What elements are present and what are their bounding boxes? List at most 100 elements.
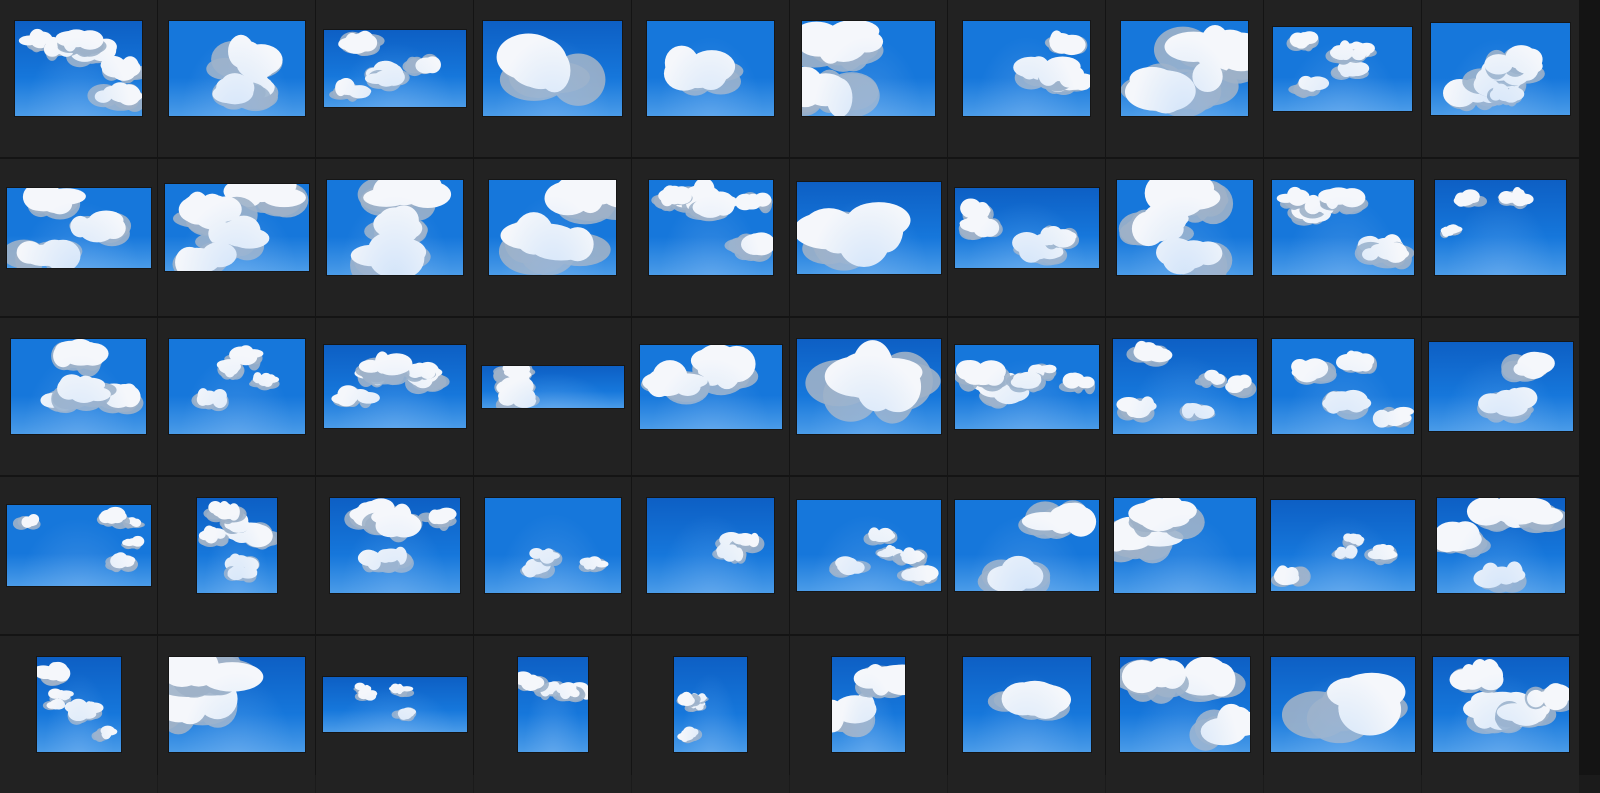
sky-image xyxy=(1120,657,1250,752)
cloud xyxy=(1040,225,1080,250)
cloud-photo-thumbnail[interactable] xyxy=(196,497,278,594)
cloud-photo-thumbnail[interactable] xyxy=(831,656,906,753)
cloud-photo-thumbnail[interactable] xyxy=(1272,26,1413,112)
sky-image xyxy=(324,345,466,428)
grid-cell xyxy=(1106,0,1263,157)
cloud-photo-thumbnail[interactable] xyxy=(168,20,306,117)
grid-cell xyxy=(158,318,315,475)
grid-cell xyxy=(1106,318,1263,475)
cloud-photo-thumbnail[interactable] xyxy=(329,497,461,594)
sky-image xyxy=(165,184,309,271)
grid-cell xyxy=(1422,159,1579,316)
cloud-photo-thumbnail[interactable] xyxy=(323,344,467,429)
sky-image xyxy=(37,657,121,752)
cloud-photo-thumbnail[interactable] xyxy=(954,344,1100,430)
cloud-photo-thumbnail[interactable] xyxy=(1119,656,1251,753)
cloud-photo-thumbnail[interactable] xyxy=(6,187,152,269)
cloud-photo-thumbnail[interactable] xyxy=(1112,338,1258,435)
sky-image xyxy=(963,657,1091,752)
sky-image xyxy=(1271,657,1415,752)
sky-image xyxy=(197,498,277,593)
grid-cell xyxy=(474,0,631,157)
sky-image xyxy=(169,339,305,434)
sky-image xyxy=(327,180,463,275)
cloud-photo-thumbnail[interactable] xyxy=(10,338,147,435)
sky-image xyxy=(963,21,1090,116)
sky-image xyxy=(1271,500,1415,591)
grid-cell xyxy=(316,159,473,316)
cloud-photo-thumbnail[interactable] xyxy=(488,179,617,276)
sky-image xyxy=(15,21,142,116)
cloud-photo-thumbnail[interactable] xyxy=(1120,20,1249,117)
grid-cell xyxy=(158,477,315,634)
grid-cell xyxy=(0,318,157,475)
sky-image xyxy=(330,498,460,593)
cloud-photo-thumbnail[interactable] xyxy=(1270,499,1416,592)
cloud-photo-thumbnail[interactable] xyxy=(1116,179,1254,276)
cloud-photo-thumbnail[interactable] xyxy=(1432,656,1570,753)
sky-image xyxy=(1121,21,1248,116)
cloud-photo-thumbnail[interactable] xyxy=(323,29,467,108)
cloud-photo-thumbnail[interactable] xyxy=(14,20,143,117)
cloud-photo-thumbnail[interactable] xyxy=(962,20,1091,117)
thumbnail-grid xyxy=(0,0,1600,793)
cloud-photo-thumbnail[interactable] xyxy=(646,497,775,594)
cloud-photo-thumbnail[interactable] xyxy=(168,338,306,435)
cloud-photo-thumbnail[interactable] xyxy=(1270,656,1416,753)
sky-image xyxy=(1435,180,1566,275)
cloud-photo-thumbnail[interactable] xyxy=(796,338,942,435)
sky-image xyxy=(955,345,1099,429)
sky-image xyxy=(485,498,621,593)
grid-cell xyxy=(948,159,1105,316)
sky-image xyxy=(1117,180,1253,275)
cloud-photo-thumbnail[interactable] xyxy=(673,656,748,753)
grid-cell xyxy=(0,636,157,793)
cloud-photo-thumbnail[interactable] xyxy=(481,365,625,409)
cloud-photo-thumbnail[interactable] xyxy=(801,20,936,117)
sky-image xyxy=(647,498,774,593)
grid-cell xyxy=(948,636,1105,793)
grid-cell xyxy=(790,159,947,316)
cloud-photo-thumbnail[interactable] xyxy=(648,179,774,276)
cloud-photo-thumbnail[interactable] xyxy=(1430,22,1571,116)
cloud xyxy=(357,549,401,573)
cloud-photo-thumbnail[interactable] xyxy=(1271,338,1415,435)
cloud-photo-thumbnail[interactable] xyxy=(482,20,623,117)
sky-image xyxy=(1272,339,1414,434)
cloud-photo-thumbnail[interactable] xyxy=(954,499,1100,592)
sky-image xyxy=(169,21,305,116)
cloud-photo-thumbnail[interactable] xyxy=(1436,497,1566,594)
cloud-photo-thumbnail[interactable] xyxy=(1434,179,1567,276)
grid-cell xyxy=(632,477,789,634)
cloud-photo-thumbnail[interactable] xyxy=(1113,497,1257,594)
cloud-photo-thumbnail[interactable] xyxy=(168,656,306,753)
sky-image xyxy=(482,366,624,408)
grid-cell xyxy=(158,636,315,793)
cloud-photo-thumbnail[interactable] xyxy=(36,656,122,753)
grid-cell xyxy=(1422,318,1579,475)
cloud-photo-thumbnail[interactable] xyxy=(954,187,1100,269)
cloud-photo-thumbnail[interactable] xyxy=(639,344,783,430)
grid-cell xyxy=(948,0,1105,157)
cloud-photo-thumbnail[interactable] xyxy=(6,504,152,587)
cloud-photo-thumbnail[interactable] xyxy=(1271,179,1415,276)
cloud-photo-thumbnail[interactable] xyxy=(1428,341,1574,432)
sky-image xyxy=(518,657,588,752)
grid-cell xyxy=(1106,159,1263,316)
cloud-photo-thumbnail[interactable] xyxy=(796,181,942,275)
sky-image xyxy=(1433,657,1569,752)
sky-image xyxy=(640,345,782,429)
cloud-photo-thumbnail[interactable] xyxy=(646,20,775,117)
cloud-photo-thumbnail[interactable] xyxy=(164,183,310,272)
cloud-photo-thumbnail[interactable] xyxy=(962,656,1092,753)
cloud-photo-thumbnail[interactable] xyxy=(484,497,622,594)
sky-image xyxy=(483,21,622,116)
cloud-photo-thumbnail[interactable] xyxy=(796,499,942,592)
cloud-photo-thumbnail[interactable] xyxy=(326,179,464,276)
cloud-photo-thumbnail[interactable] xyxy=(322,676,468,733)
sky-image xyxy=(797,182,941,274)
sky-image xyxy=(1114,498,1256,593)
grid-cell xyxy=(790,636,947,793)
sky-image xyxy=(1429,342,1573,431)
cloud-photo-thumbnail[interactable] xyxy=(517,656,589,753)
